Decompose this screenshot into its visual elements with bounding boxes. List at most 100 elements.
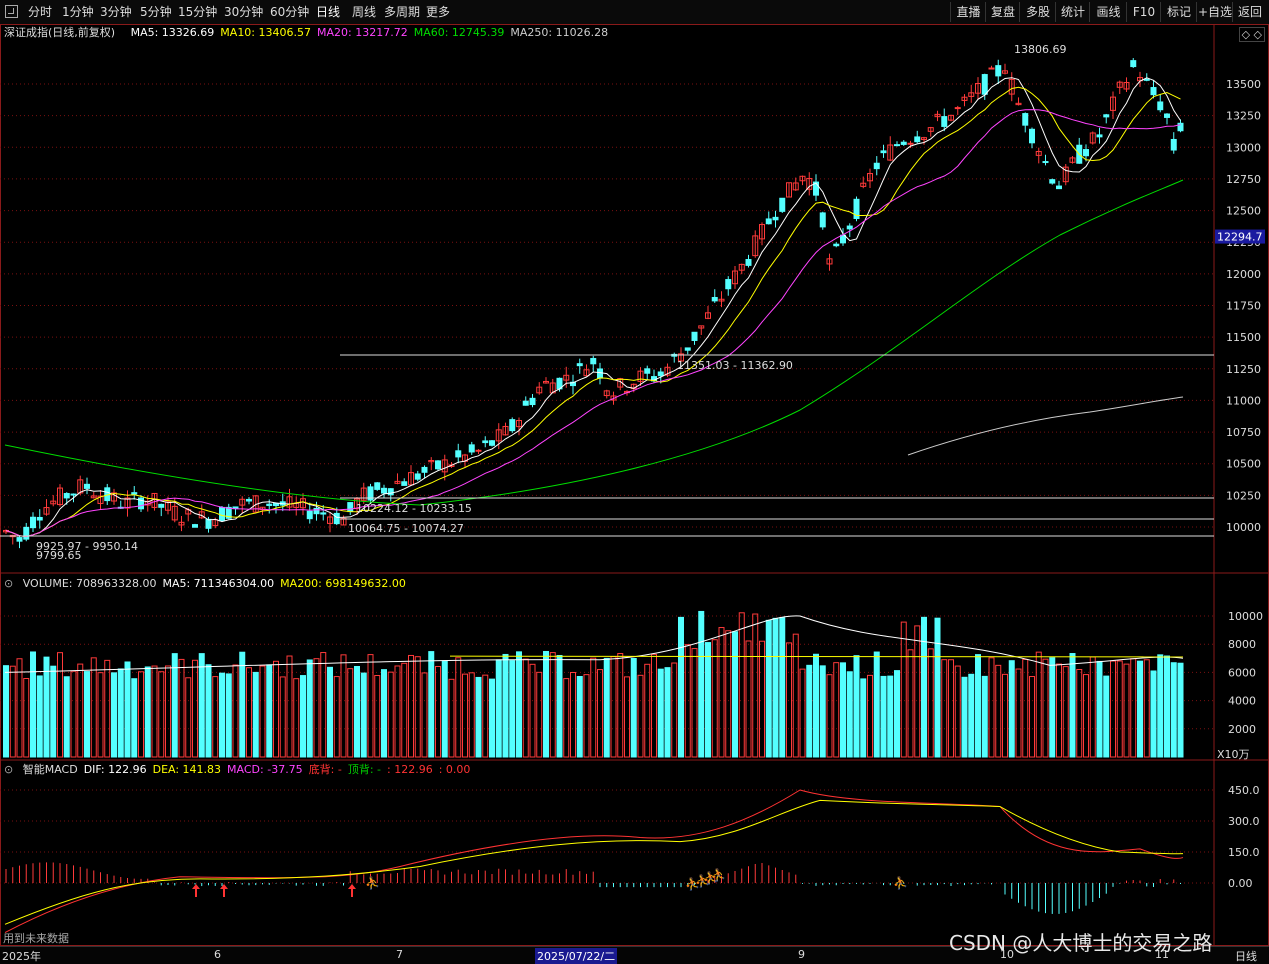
period-tab-2[interactable]: 3分钟	[100, 3, 132, 21]
candle-body	[1096, 134, 1103, 138]
kline-chart[interactable]: 1350013250130001275012500122501200011750…	[0, 24, 1269, 946]
window-toggle-icon[interactable]	[5, 5, 18, 18]
volume-bar	[259, 665, 266, 758]
candle-body	[880, 150, 887, 154]
volume-bar	[988, 657, 995, 758]
volume-bar	[43, 656, 50, 758]
volume-bar	[1170, 662, 1177, 758]
price-tick-8: 11500	[1226, 331, 1261, 344]
volume-bar	[482, 674, 489, 758]
candle-body	[597, 368, 603, 379]
volume-bar	[1056, 663, 1062, 758]
candle-body	[772, 216, 779, 221]
volume-bar	[77, 663, 84, 758]
candle-body	[421, 466, 428, 473]
volume-bar	[1035, 651, 1042, 758]
period-tab-8[interactable]: 周线	[352, 3, 376, 21]
volume-bar	[718, 627, 725, 758]
toolbar-button-2[interactable]: 多股	[1019, 2, 1056, 22]
volume-bar	[306, 659, 313, 758]
toolbar-button-7[interactable]: +自选	[1196, 2, 1233, 22]
volume-bar	[738, 612, 745, 758]
candle-body	[205, 518, 212, 529]
toolbar-button-4[interactable]: 画线	[1089, 2, 1127, 22]
candle-body	[988, 67, 995, 70]
volume-bar	[907, 649, 914, 758]
candle-body	[84, 483, 90, 489]
volume-bar	[9, 665, 16, 758]
volume-bar	[1076, 669, 1083, 758]
period-tab-5[interactable]: 30分钟	[224, 3, 263, 21]
volume-bar	[232, 664, 239, 758]
volume-bar	[711, 639, 718, 758]
time-label-2: 7	[396, 948, 403, 961]
volume-bar	[522, 658, 529, 758]
candle-body	[489, 440, 495, 446]
candle-body	[435, 460, 441, 470]
macd-tick-1: 300.0	[1228, 815, 1260, 828]
volume-bar	[576, 676, 583, 758]
period-tab-4[interactable]: 15分钟	[178, 3, 217, 21]
price-tick-10: 11000	[1226, 394, 1261, 407]
volume-ma200-line	[449, 655, 1184, 658]
toolbar-button-1[interactable]: 复盘	[985, 2, 1020, 22]
period-tab-10[interactable]: 更多	[426, 3, 450, 21]
volume-bar	[185, 677, 192, 758]
price-tick-7: 11750	[1226, 300, 1261, 313]
toolbar-button-5[interactable]: F10	[1126, 2, 1161, 22]
candle-body	[981, 74, 988, 95]
volume-bar	[84, 671, 90, 758]
volume-bar	[30, 651, 36, 758]
period-tab-9[interactable]: 多周期	[384, 3, 420, 21]
candle-body	[941, 116, 948, 127]
toolbar-button-6[interactable]: 标记	[1160, 2, 1197, 22]
volume-bar	[1157, 654, 1164, 758]
volume-bar	[408, 654, 414, 758]
volume-bar	[799, 668, 806, 758]
volume-bar	[968, 673, 975, 758]
volume-bar	[1022, 658, 1029, 758]
volume-bar	[860, 678, 867, 758]
volume-bar	[1130, 658, 1137, 758]
volume-bar	[529, 663, 536, 758]
period-tab-7[interactable]: 日线	[316, 3, 340, 21]
volume-tick-1: 8000	[1228, 638, 1256, 651]
toolbar-button-3[interactable]: 统计	[1055, 2, 1090, 22]
current-price-label: 12294.7	[1217, 231, 1263, 244]
candle-body	[1157, 101, 1164, 111]
toolbar-button-8[interactable]: 返回	[1232, 2, 1267, 22]
ma5-line	[5, 77, 1181, 538]
candle-body	[779, 197, 786, 212]
price-tick-0: 13500	[1226, 78, 1261, 91]
volume-bar	[1096, 660, 1103, 758]
candle-body	[1150, 87, 1157, 96]
volume-bar	[941, 659, 948, 758]
signal-figure-icon: ⛹	[893, 875, 908, 890]
candle-body	[1177, 122, 1184, 132]
time-label-0: 2025年	[2, 950, 41, 963]
candle-body	[273, 502, 279, 507]
volume-bar	[1062, 666, 1069, 758]
price-tick-4: 12500	[1226, 205, 1261, 218]
volume-bar	[111, 672, 117, 758]
period-tab-3[interactable]: 5分钟	[140, 3, 172, 21]
volume-bar	[752, 613, 759, 758]
toolbar-button-0[interactable]: 直播	[950, 2, 986, 22]
volume-bar	[516, 651, 522, 758]
volume-bar	[178, 658, 185, 758]
candle-body	[381, 487, 387, 494]
diamond-icon[interactable]: ◇ ◇	[1238, 27, 1265, 42]
volume-bar	[840, 662, 846, 758]
period-tab-0[interactable]: 分时	[28, 3, 52, 21]
volume-bar	[1083, 674, 1089, 758]
annotation-range4: 11351.03 - 11362.90	[677, 359, 793, 372]
volume-bar	[333, 676, 340, 758]
volume-bar	[347, 668, 354, 758]
period-tab-1[interactable]: 1分钟	[62, 3, 94, 21]
candle-body	[320, 512, 327, 515]
candle-body	[158, 503, 165, 508]
period-tab-6[interactable]: 60分钟	[270, 3, 309, 21]
volume-bars	[3, 610, 1184, 758]
candle-body	[509, 419, 516, 432]
candle-body	[246, 498, 252, 502]
